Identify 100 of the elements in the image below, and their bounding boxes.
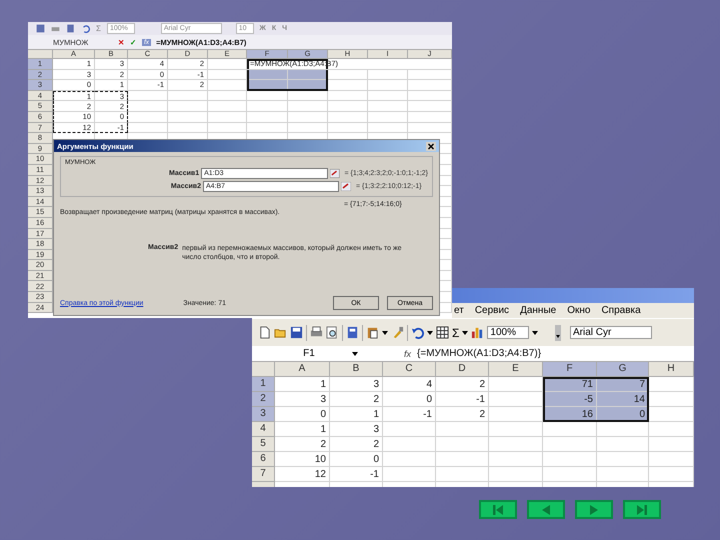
undo-icon[interactable] (81, 24, 90, 33)
caret-icon[interactable] (352, 352, 358, 356)
sheet-cell (649, 452, 694, 467)
sheet-cell (597, 467, 649, 482)
sheet-cell (328, 101, 368, 112)
sheet-cell (208, 59, 247, 70)
menu-item[interactable]: Справка (601, 305, 641, 316)
sheet-cell (649, 437, 694, 452)
grid-icon[interactable] (436, 326, 449, 339)
new-document-icon[interactable] (258, 326, 271, 339)
caret-icon[interactable] (532, 330, 538, 334)
sheet-cell (128, 101, 168, 112)
row-header[interactable]: 7 (252, 467, 275, 482)
sheet-cell (128, 90, 168, 102)
column-header[interactable]: B (330, 362, 383, 377)
undo-icon[interactable] (411, 326, 424, 339)
sheet-cell (208, 90, 247, 102)
column-header[interactable]: D (436, 362, 489, 377)
sheet-cell (489, 377, 543, 392)
sheet-cell (543, 452, 597, 467)
column-header[interactable]: G (597, 362, 649, 377)
row-header[interactable]: 4 (252, 422, 275, 437)
insert-function-button[interactable]: fx (404, 348, 412, 358)
sheet-cell (208, 80, 247, 91)
sheet-cell (489, 452, 543, 467)
row-header[interactable]: 6 (252, 452, 275, 467)
sheet-cell (408, 122, 452, 134)
row-header[interactable]: 5 (252, 437, 275, 452)
sheet-cell: 1 (275, 422, 330, 437)
sheet-cell (408, 90, 452, 102)
menu-item[interactable]: Данные (520, 305, 556, 316)
sheet-cell (597, 422, 649, 437)
menu-item[interactable]: Окно (567, 305, 590, 316)
sheet-cell: -1 (383, 407, 436, 422)
sheet-cell: 3 (330, 422, 383, 437)
sheet-cell: 4 (383, 377, 436, 392)
sheet-cell: 0 (330, 452, 383, 467)
sheet-cell: 10 (275, 452, 330, 467)
column-header[interactable]: C (383, 362, 436, 377)
formula-field[interactable]: {=МУМНОЖ(A1:D3;A4:B7)} (417, 348, 542, 359)
sheet-cell: 2 (330, 437, 383, 452)
row-header[interactable]: 3 (252, 407, 275, 422)
sheet-cell (288, 101, 328, 112)
caret-icon[interactable] (427, 330, 433, 334)
sheet-cell (368, 90, 408, 102)
sheet-cell (649, 422, 694, 437)
sheet-cell: 2 (330, 392, 383, 407)
sheet-cell (247, 90, 288, 102)
sheet-cell: 0 (275, 407, 330, 422)
sheet-cell (247, 112, 288, 123)
column-header[interactable]: F (543, 362, 597, 377)
sheet-cell (543, 422, 597, 437)
sheet-cell: -1 (330, 467, 383, 482)
sheet-cell (436, 467, 489, 482)
sheet-cell (383, 467, 436, 482)
sheet-cell (383, 422, 436, 437)
caret-icon[interactable] (382, 330, 388, 334)
zoom-dropdown[interactable]: 100% (487, 326, 529, 339)
range-picker-icon[interactable] (330, 169, 340, 178)
sheet-cell (543, 467, 597, 482)
name-box[interactable]: F1 (252, 348, 346, 359)
sheet-cell (436, 437, 489, 452)
sheet-cell (649, 377, 694, 392)
sheet-cell (649, 407, 694, 422)
sheet-cell (208, 101, 247, 112)
sheet-cell: -1 (436, 392, 489, 407)
sheet-cell: -5 (543, 392, 597, 407)
menu-item[interactable]: Сервис (474, 305, 510, 316)
sheet-cell (649, 392, 694, 407)
toolbar-grip-icon[interactable] (555, 324, 561, 340)
sheet-cell (208, 70, 247, 80)
sheet-cell (168, 90, 208, 102)
row-header[interactable]: 2 (252, 392, 275, 407)
sheet-cell (408, 80, 452, 91)
range-picker-icon[interactable] (341, 182, 351, 191)
sheet-cell (168, 101, 208, 112)
magnifier-icon[interactable] (326, 326, 339, 339)
sheet-cell: 1 (275, 377, 330, 392)
font-dropdown[interactable]: Arial Cyr (570, 326, 652, 339)
sheet-cell: 3 (275, 392, 330, 407)
sheet-cell (288, 90, 328, 102)
sheet-cell (408, 70, 452, 80)
sum-button[interactable]: Σ (452, 326, 460, 340)
caret-icon[interactable] (462, 330, 468, 334)
sheet-cell (288, 112, 328, 123)
sheet-cell (128, 112, 168, 123)
sheet-cell (328, 112, 368, 123)
sheet-cell: 2 (436, 377, 489, 392)
sheet-cell (597, 452, 649, 467)
sheet-cell (489, 392, 543, 407)
column-header[interactable]: H (649, 362, 694, 377)
column-header[interactable]: A (275, 362, 330, 377)
close-icon[interactable] (426, 142, 436, 150)
row-header[interactable]: 1 (252, 377, 275, 392)
sheet-cell (247, 101, 288, 112)
clipboard-icon[interactable] (366, 326, 379, 339)
bar-chart-icon[interactable] (471, 326, 484, 339)
column-header[interactable]: E (489, 362, 543, 377)
menu-item[interactable]: ет (454, 305, 464, 316)
sheet-cell (368, 101, 408, 112)
